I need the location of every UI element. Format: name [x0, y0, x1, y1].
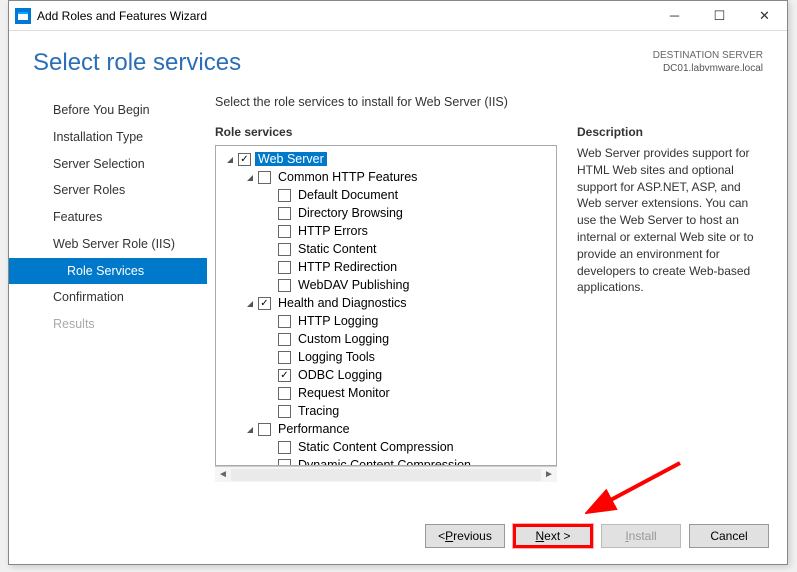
checkbox[interactable] — [278, 459, 291, 467]
tree-item-health-and-diagnostics[interactable]: ✓ Health and Diagnostics — [216, 294, 556, 312]
nav-item-features[interactable]: Features — [9, 204, 207, 231]
tree-item-label[interactable]: Static Content Compression — [295, 440, 457, 454]
checkbox[interactable] — [278, 333, 291, 346]
nav-item-server-roles[interactable]: Server Roles — [9, 177, 207, 204]
nav-item-confirmation[interactable]: Confirmation — [9, 284, 207, 311]
install-button[interactable]: Install — [601, 524, 681, 548]
checkbox[interactable] — [278, 351, 291, 364]
tree-item-default-document[interactable]: Default Document — [216, 186, 556, 204]
tree-item-logging-tools[interactable]: Logging Tools — [216, 348, 556, 366]
nav-item-server-selection[interactable]: Server Selection — [9, 151, 207, 178]
checkbox[interactable] — [278, 315, 291, 328]
tree-item-label[interactable]: WebDAV Publishing — [295, 278, 412, 292]
checkbox[interactable] — [258, 171, 271, 184]
instruction-text: Select the role services to install for … — [215, 95, 767, 109]
checkbox[interactable] — [278, 405, 291, 418]
nav-item-role-services[interactable]: Role Services — [9, 258, 207, 285]
tree-item-odbc-logging[interactable]: ✓ ODBC Logging — [216, 366, 556, 384]
checkbox[interactable] — [278, 225, 291, 238]
horizontal-scrollbar[interactable]: ◄ ► — [215, 466, 557, 482]
collapse-icon[interactable] — [224, 155, 236, 164]
tree-item-label[interactable]: Custom Logging — [295, 332, 392, 346]
tree-item-dynamic-content-compression[interactable]: Dynamic Content Compression — [216, 456, 556, 466]
nav-item-installation-type[interactable]: Installation Type — [9, 124, 207, 151]
description-text: Web Server provides support for HTML Web… — [577, 145, 767, 296]
destination-server-value: DC01.labvmware.local — [653, 62, 763, 75]
checkbox[interactable] — [278, 261, 291, 274]
tree-item-request-monitor[interactable]: Request Monitor — [216, 384, 556, 402]
checkbox[interactable] — [278, 441, 291, 454]
tree-item-label[interactable]: Common HTTP Features — [275, 170, 420, 184]
checkbox[interactable]: ✓ — [258, 297, 271, 310]
nav-item-before-you-begin[interactable]: Before You Begin — [9, 97, 207, 124]
nav-item-web-server-role-iis-[interactable]: Web Server Role (IIS) — [9, 231, 207, 258]
tree-item-directory-browsing[interactable]: Directory Browsing — [216, 204, 556, 222]
tree-item-static-content[interactable]: Static Content — [216, 240, 556, 258]
collapse-icon[interactable] — [244, 425, 256, 434]
checkbox[interactable] — [278, 387, 291, 400]
tree-item-label[interactable]: Dynamic Content Compression — [295, 458, 474, 466]
tree-item-label[interactable]: HTTP Logging — [295, 314, 381, 328]
collapse-icon[interactable] — [244, 299, 256, 308]
next-button[interactable]: Next > — [513, 524, 593, 548]
minimize-button[interactable]: ─ — [652, 1, 697, 30]
checkbox[interactable] — [278, 279, 291, 292]
tree-item-label[interactable]: Default Document — [295, 188, 401, 202]
tree-item-web-server[interactable]: ✓ Web Server — [216, 150, 556, 168]
role-services-tree[interactable]: ✓ Web Server Common HTTP Features Default D… — [215, 145, 557, 466]
checkbox[interactable]: ✓ — [278, 369, 291, 382]
tree-item-label[interactable]: Web Server — [255, 152, 327, 166]
wizard-content: Select the role services to install for … — [207, 87, 787, 482]
tree-item-label[interactable]: Request Monitor — [295, 386, 393, 400]
tree-item-label[interactable]: Performance — [275, 422, 353, 436]
tree-item-custom-logging[interactable]: Custom Logging — [216, 330, 556, 348]
tree-item-http-logging[interactable]: HTTP Logging — [216, 312, 556, 330]
maximize-button[interactable]: ☐ — [697, 1, 742, 30]
header: Select role services DESTINATION SERVER … — [9, 31, 787, 87]
checkbox[interactable] — [278, 243, 291, 256]
role-services-label: Role services — [215, 125, 557, 139]
tree-item-label[interactable]: Directory Browsing — [295, 206, 406, 220]
tree-item-label[interactable]: Logging Tools — [295, 350, 378, 364]
titlebar: Add Roles and Features Wizard ─ ☐ ✕ — [9, 1, 787, 31]
window-title: Add Roles and Features Wizard — [37, 9, 652, 23]
previous-button[interactable]: < Previous — [425, 524, 505, 548]
cancel-button[interactable]: Cancel — [689, 524, 769, 548]
description-label: Description — [577, 125, 767, 139]
tree-item-common-http-features[interactable]: Common HTTP Features — [216, 168, 556, 186]
tree-item-label[interactable]: HTTP Errors — [295, 224, 371, 238]
tree-item-webdav-publishing[interactable]: WebDAV Publishing — [216, 276, 556, 294]
destination-server-info: DESTINATION SERVER DC01.labvmware.local — [653, 49, 763, 75]
tree-item-http-errors[interactable]: HTTP Errors — [216, 222, 556, 240]
tree-item-label[interactable]: ODBC Logging — [295, 368, 385, 382]
wizard-footer: < Previous Next > Install Cancel — [9, 508, 787, 564]
destination-server-label: DESTINATION SERVER — [653, 49, 763, 62]
tree-item-label[interactable]: HTTP Redirection — [295, 260, 400, 274]
tree-item-tracing[interactable]: Tracing — [216, 402, 556, 420]
wizard-window: Add Roles and Features Wizard ─ ☐ ✕ Sele… — [8, 0, 788, 565]
app-icon — [15, 8, 31, 24]
nav-item-results: Results — [9, 311, 207, 338]
tree-item-label[interactable]: Health and Diagnostics — [275, 296, 410, 310]
tree-item-static-content-compression[interactable]: Static Content Compression — [216, 438, 556, 456]
checkbox[interactable] — [278, 207, 291, 220]
page-title: Select role services — [33, 49, 241, 77]
checkbox[interactable] — [278, 189, 291, 202]
collapse-icon[interactable] — [244, 173, 256, 182]
tree-item-http-redirection[interactable]: HTTP Redirection — [216, 258, 556, 276]
tree-item-label[interactable]: Tracing — [295, 404, 342, 418]
scroll-right-icon[interactable]: ► — [541, 469, 557, 480]
scroll-left-icon[interactable]: ◄ — [215, 469, 231, 480]
wizard-nav: Before You BeginInstallation TypeServer … — [9, 87, 207, 482]
close-button[interactable]: ✕ — [742, 1, 787, 30]
tree-item-label[interactable]: Static Content — [295, 242, 380, 256]
checkbox[interactable] — [258, 423, 271, 436]
tree-item-performance[interactable]: Performance — [216, 420, 556, 438]
checkbox[interactable]: ✓ — [238, 153, 251, 166]
